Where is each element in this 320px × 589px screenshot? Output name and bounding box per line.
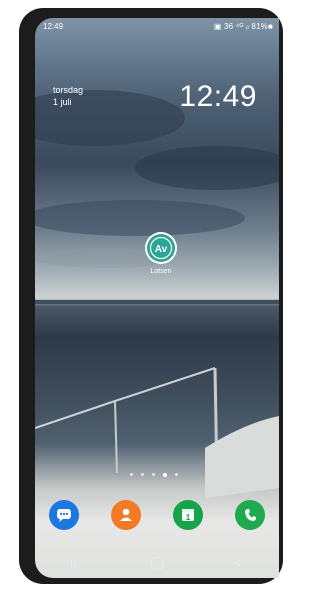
lock-day: torsdag [53, 85, 84, 95]
status-time: 12:49 [43, 22, 64, 31]
lock-date: torsdag 1 juli [53, 84, 83, 108]
app-label-lotsen: Lotsen [150, 268, 172, 275]
page-dot-active[interactable] [163, 472, 167, 477]
lock-date-text: 1 juli [53, 97, 72, 107]
navigation-bar: ||| ◯ ‹ [35, 548, 279, 578]
page-indicator[interactable] [130, 472, 178, 477]
recents-icon: ||| [70, 557, 82, 569]
messages-icon[interactable] [49, 500, 79, 530]
page-dot[interactable] [141, 473, 144, 476]
calendar-icon[interactable]: 1 [173, 500, 203, 530]
calendar-icon-day: 1 [186, 513, 191, 522]
home-screen: 12:49 ▣ 36 ⁴ᴳ ᵢₗ 81%■ torsdag 1 juli 12:… [35, 18, 279, 578]
contacts-icon[interactable] [111, 500, 141, 530]
page-dot[interactable] [130, 473, 133, 476]
recents-button[interactable]: ||| [56, 551, 96, 575]
home-icon: ◯ [149, 555, 165, 570]
dock: 1 [49, 500, 265, 530]
clock-widget[interactable]: 12:49 [179, 80, 257, 114]
back-icon: ‹ [235, 554, 241, 571]
page-dot[interactable] [152, 473, 155, 476]
back-button[interactable]: ‹ [218, 551, 258, 575]
page-dot[interactable] [175, 473, 178, 476]
home-button[interactable]: ◯ [137, 551, 177, 575]
status-bar: 12:49 ▣ 36 ⁴ᴳ ᵢₗ 81%■ [35, 18, 279, 36]
phone-icon[interactable] [235, 500, 265, 530]
lotsen-icon-text: Av [155, 244, 168, 255]
status-icons: ▣ 36 ⁴ᴳ ᵢₗ 81%■ [213, 22, 273, 31]
lotsen-av-icon[interactable]: Av [145, 232, 177, 264]
app-lotsen[interactable]: Av Lotsen [139, 232, 183, 275]
